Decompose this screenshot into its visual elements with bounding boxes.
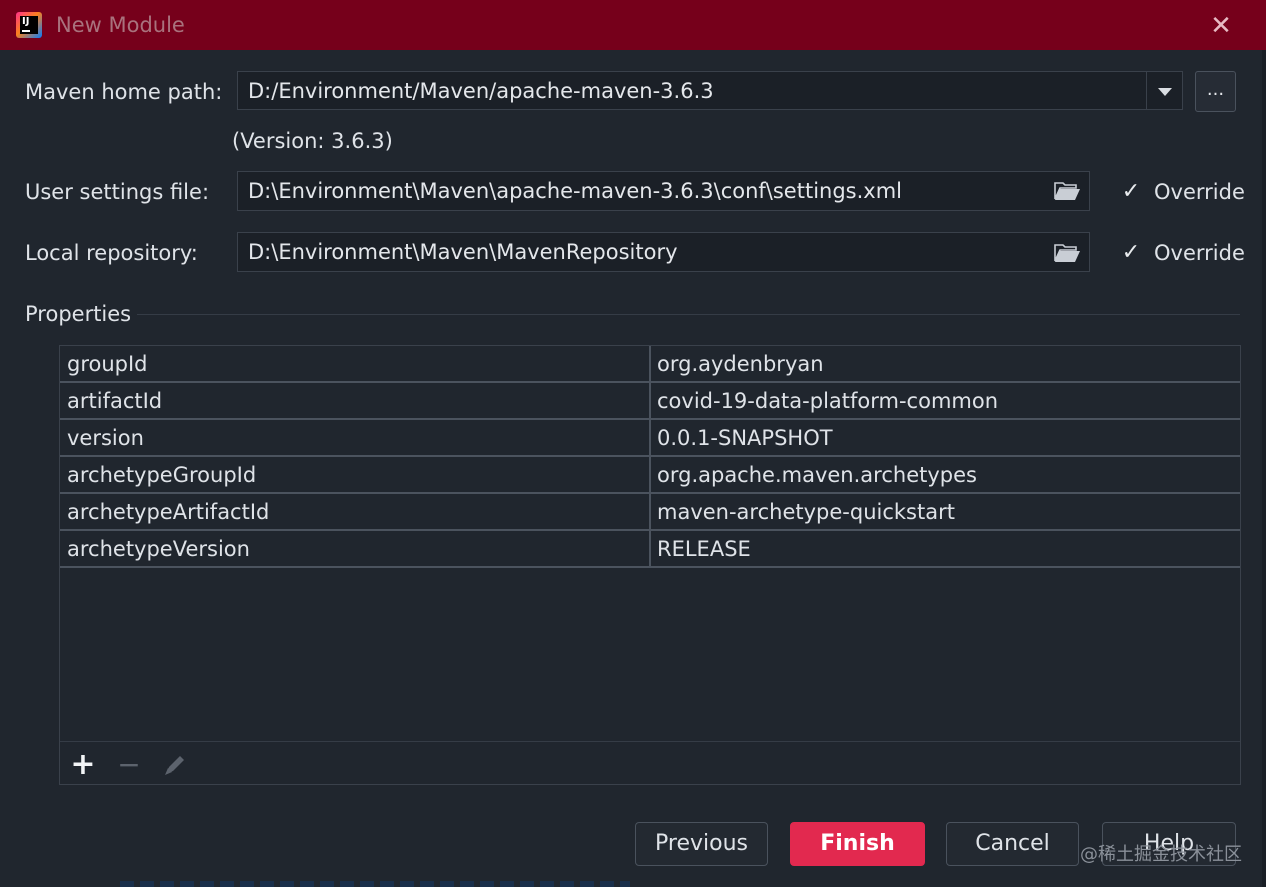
repo-override-checkbox[interactable]: ✓ [1120,242,1142,264]
repo-override-label: Override [1154,241,1245,265]
property-key: archetypeArtifactId [67,500,270,524]
property-value[interactable]: org.aydenbryan [657,346,824,381]
property-key: artifactId [67,389,163,413]
window-title: New Module [56,13,185,37]
section-divider [137,314,1240,315]
folder-open-icon[interactable] [1054,243,1081,263]
toolbar-divider [60,741,1240,742]
chevron-down-icon[interactable] [1146,71,1183,110]
column-divider[interactable] [649,346,651,566]
edit-pencil-icon[interactable] [160,750,190,780]
folder-open-icon[interactable] [1054,181,1081,201]
maven-version-text: (Version: 3.6.3) [232,129,393,153]
properties-table: groupId org.aydenbryan artifactId covid-… [59,345,1241,785]
remove-icon[interactable]: − [114,750,144,780]
user-settings-input[interactable]: D:\Environment\Maven\apache-maven-3.6.3\… [237,171,1090,211]
maven-home-label: Maven home path: [25,80,223,104]
properties-title: Properties [25,302,132,326]
settings-override-label: Override [1154,180,1245,204]
maven-home-input[interactable]: D:/Environment/Maven/apache-maven-3.6.3 [237,71,1147,110]
property-value[interactable]: org.apache.maven.archetypes [657,457,977,492]
watermark-text: @稀土掘金技术社区 [1080,844,1242,865]
previous-button[interactable]: Previous [635,822,768,866]
finish-button[interactable]: Finish [790,822,925,866]
cancel-button[interactable]: Cancel [946,822,1079,866]
property-value[interactable]: maven-archetype-quickstart [657,494,955,529]
property-value[interactable]: 0.0.1-SNAPSHOT [657,420,833,455]
intellij-logo-icon: IJ [16,12,42,38]
property-value[interactable]: covid-19-data-platform-common [657,383,998,418]
window-edge [1262,50,1266,887]
property-key: version [67,426,144,450]
user-settings-label: User settings file: [25,180,210,204]
background-window-strip [120,881,630,887]
add-icon[interactable]: + [68,750,98,780]
browse-button[interactable]: ... [1195,71,1236,112]
close-icon[interactable]: ✕ [1205,10,1237,42]
property-value[interactable]: RELEASE [657,531,751,566]
title-bar: IJ New Module ✕ [0,0,1266,50]
property-key: archetypeVersion [67,537,250,561]
property-key: groupId [67,352,148,376]
local-repo-input[interactable]: D:\Environment\Maven\MavenRepository [237,232,1090,272]
settings-override-checkbox[interactable]: ✓ [1120,181,1142,203]
property-key: archetypeGroupId [67,463,257,487]
local-repo-label: Local repository: [25,241,198,265]
